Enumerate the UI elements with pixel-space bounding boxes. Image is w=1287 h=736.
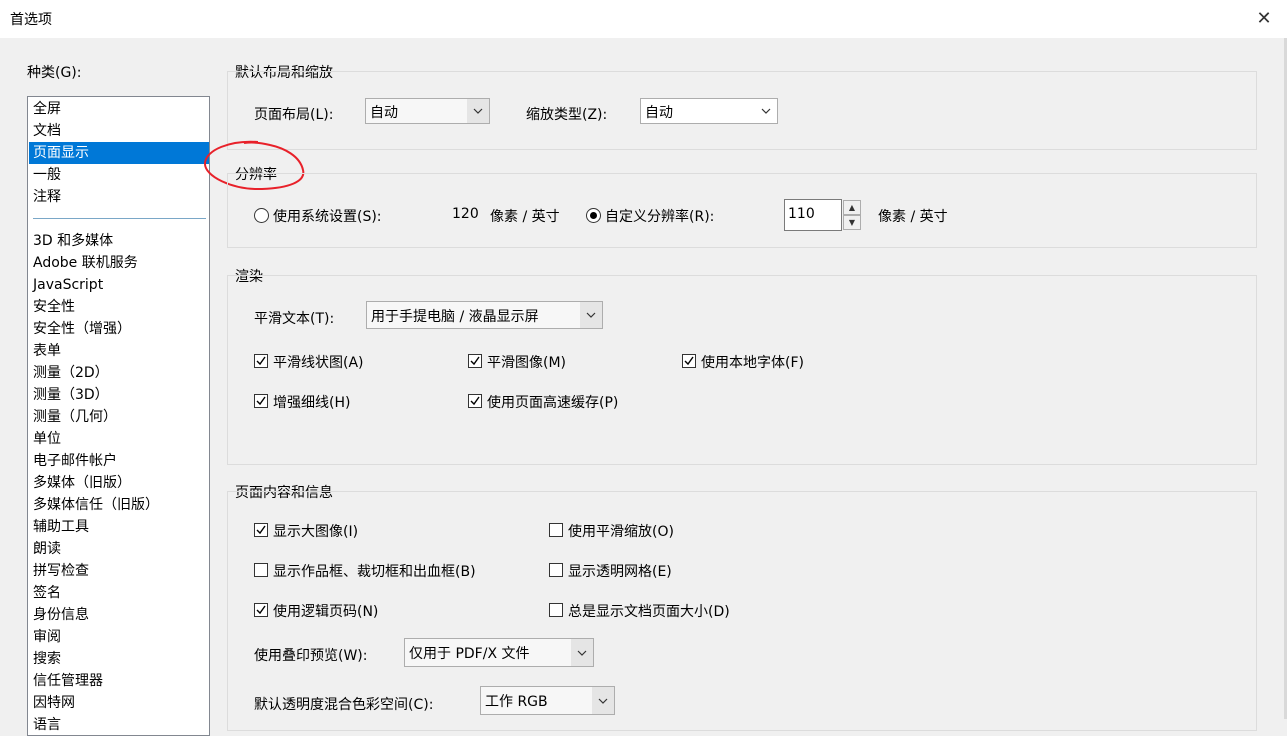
category-item[interactable]: 多媒体（旧版）: [29, 472, 209, 494]
enhance-thin-lines-checkbox[interactable]: [254, 394, 268, 408]
unit-label: 像素 / 英寸: [490, 209, 560, 225]
page-cache-checkbox[interactable]: [468, 394, 482, 408]
category-item[interactable]: 电子邮件帐户: [29, 450, 209, 472]
show-page-size-label: 总是显示文档页面大小(D): [568, 604, 730, 620]
smooth-images-checkbox[interactable]: [468, 354, 482, 368]
category-item[interactable]: 身份信息: [29, 604, 209, 626]
art-trim-bleed-checkbox[interactable]: [254, 563, 268, 577]
category-divider: [33, 218, 206, 219]
category-item[interactable]: 签名: [29, 582, 209, 604]
system-setting-label: 使用系统设置(S):: [273, 209, 382, 225]
category-item[interactable]: 测量（几何）: [29, 406, 209, 428]
smooth-zoom-label: 使用平滑缩放(O): [568, 524, 674, 540]
category-item[interactable]: 朗读: [29, 538, 209, 560]
category-item[interactable]: 单位: [29, 428, 209, 450]
category-item[interactable]: 因特网: [29, 692, 209, 714]
transparency-grid-checkbox[interactable]: [549, 563, 563, 577]
logical-page-numbers-label: 使用逻辑页码(N): [273, 604, 379, 620]
category-item[interactable]: 安全性（增强）: [29, 318, 209, 340]
title-bar: 首选项 ✕: [0, 0, 1287, 38]
category-item-selected[interactable]: 页面显示: [29, 142, 209, 164]
overprint-preview-label: 使用叠印预览(W):: [254, 648, 368, 664]
custom-resolution-input[interactable]: 110: [784, 199, 842, 231]
spin-up-icon[interactable]: ▲: [843, 200, 861, 215]
custom-resolution-radio[interactable]: [586, 208, 601, 223]
category-label: 种类(G):: [27, 65, 82, 81]
smooth-line-art-checkbox[interactable]: [254, 354, 268, 368]
category-item[interactable]: 搜索: [29, 648, 209, 670]
spin-down-icon[interactable]: ▼: [843, 215, 861, 230]
category-item[interactable]: 一般: [29, 164, 209, 186]
window-title: 首选项: [10, 12, 52, 28]
category-item[interactable]: 全屏: [29, 98, 209, 120]
chevron-down-icon: [467, 99, 489, 123]
category-item[interactable]: 注释: [29, 186, 209, 208]
category-item[interactable]: 审阅: [29, 626, 209, 648]
show-large-images-label: 显示大图像(I): [273, 524, 359, 540]
blend-space-select[interactable]: 工作 RGB: [480, 686, 615, 715]
overprint-preview-select[interactable]: 仅用于 PDF/X 文件: [404, 638, 594, 667]
category-item[interactable]: 文档: [29, 120, 209, 142]
custom-resolution-label: 自定义分辨率(R):: [605, 209, 715, 225]
smooth-images-label: 平滑图像(M): [487, 355, 567, 371]
smooth-text-label: 平滑文本(T):: [254, 311, 335, 327]
category-item[interactable]: 信任管理器: [29, 670, 209, 692]
close-icon[interactable]: ✕: [1241, 0, 1287, 38]
system-resolution-value: 120: [452, 206, 479, 222]
category-item[interactable]: 拼写检查: [29, 560, 209, 582]
category-item[interactable]: 测量（2D）: [29, 362, 209, 384]
local-fonts-label: 使用本地字体(F): [701, 355, 804, 371]
unit-label: 像素 / 英寸: [878, 209, 948, 225]
enhance-thin-lines-label: 增强细线(H): [273, 395, 351, 411]
page-layout-select[interactable]: 自动: [365, 98, 490, 124]
chevron-down-icon: [571, 639, 593, 666]
category-item[interactable]: 辅助工具: [29, 516, 209, 538]
category-item[interactable]: Adobe 联机服务: [29, 252, 209, 274]
blend-space-label: 默认透明度混合色彩空间(C):: [254, 697, 434, 713]
smooth-text-select[interactable]: 用于手提电脑 / 液晶显示屏: [366, 301, 603, 329]
category-item[interactable]: 3D 和多媒体: [29, 230, 209, 252]
category-item[interactable]: JavaScript: [29, 274, 209, 296]
category-list[interactable]: 全屏 文档 页面显示 一般 注释 3D 和多媒体 Adobe 联机服务 Java…: [27, 96, 210, 736]
page-cache-label: 使用页面高速缓存(P): [487, 395, 619, 411]
category-item[interactable]: 测量（3D）: [29, 384, 209, 406]
page-layout-label: 页面布局(L):: [254, 107, 334, 123]
logical-page-numbers-checkbox[interactable]: [254, 603, 268, 617]
local-fonts-checkbox[interactable]: [682, 354, 696, 368]
transparency-grid-label: 显示透明网格(E): [568, 564, 672, 580]
category-item[interactable]: 表单: [29, 340, 209, 362]
category-item[interactable]: 语言: [29, 714, 209, 735]
chevron-down-icon: [592, 687, 614, 714]
smooth-zoom-checkbox[interactable]: [549, 523, 563, 537]
category-item[interactable]: 多媒体信任（旧版）: [29, 494, 209, 516]
zoom-type-select[interactable]: 自动: [640, 98, 778, 124]
smooth-line-art-label: 平滑线状图(A): [273, 355, 364, 371]
chevron-down-icon: [755, 99, 777, 123]
zoom-type-label: 缩放类型(Z):: [526, 107, 608, 123]
system-setting-radio[interactable]: [254, 208, 269, 223]
category-item[interactable]: 安全性: [29, 296, 209, 318]
chevron-down-icon: [580, 302, 602, 328]
show-large-images-checkbox[interactable]: [254, 523, 268, 537]
art-trim-bleed-label: 显示作品框、裁切框和出血框(B): [273, 564, 476, 580]
show-page-size-checkbox[interactable]: [549, 603, 563, 617]
